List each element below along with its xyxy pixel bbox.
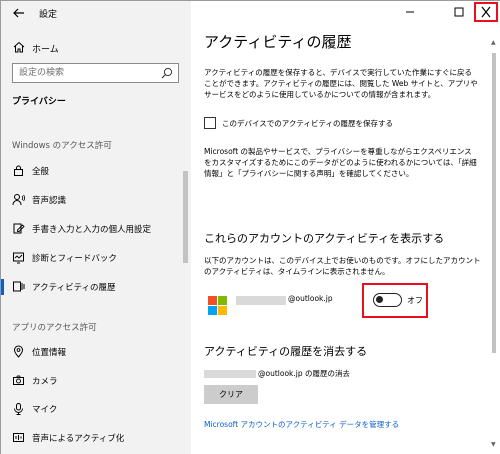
pen-icon	[13, 223, 25, 234]
toggle-knob	[376, 296, 383, 303]
content-scrollbar-thumb[interactable]	[492, 53, 496, 353]
sidebar-item-label: 音声認識	[32, 196, 67, 206]
accounts-text: 以下のアカウントは、このデバイス上でお使いのものです。オフにしたアカウントのアク…	[204, 256, 481, 276]
account-row: @outlook.jp	[204, 292, 484, 318]
settings-window: 設定 ホーム プライバシー Windows のアクセス許可 全般	[0, 0, 500, 454]
accounts-heading: これらのアカウントのアクティビティを表示する	[204, 232, 445, 245]
toggle-state-label: オフ	[407, 296, 423, 305]
maximize-icon[interactable]	[447, 1, 471, 23]
scroll-down-icon[interactable]: ▼	[491, 441, 496, 448]
section-title: プライバシー	[12, 97, 66, 107]
sidebar-scrollbar-thumb[interactable]	[183, 171, 188, 263]
sidebar-item-label: 手書き入力と入力の個人用設定	[32, 225, 152, 235]
sidebar-item-general[interactable]: 全般	[1, 161, 179, 181]
page-title: アクティビティの履歴	[204, 33, 352, 51]
selection-indicator	[1, 279, 4, 295]
history-icon	[13, 281, 25, 292]
sidebar-item-label: カメラ	[32, 377, 58, 387]
sidebar-item-home[interactable]: ホーム	[1, 37, 191, 57]
sidebar-scrollbar[interactable]	[179, 137, 191, 454]
voice-activation-icon	[13, 433, 24, 442]
sidebar-item-location[interactable]: 位置情報	[1, 342, 179, 362]
sidebar-item-camera[interactable]: カメラ	[1, 371, 179, 391]
diagnostics-icon	[13, 252, 24, 264]
location-icon	[13, 345, 24, 358]
account-email: @outlook.jp	[288, 294, 333, 303]
manage-activity-link[interactable]: Microsoft アカウントのアクティビティ データを管理する	[204, 419, 399, 430]
search-box	[12, 63, 179, 83]
content-scrollbar[interactable]: ▲ ▼	[489, 25, 500, 454]
sidebar-item-label: 位置情報	[32, 348, 67, 358]
home-icon	[13, 41, 25, 53]
main-content: アクティビティの履歴 アクティビティの履歴を保存すると、デバイスで実行していた作…	[191, 1, 500, 454]
title-bar: 設定	[1, 1, 191, 25]
window-title: 設定	[39, 10, 58, 20]
account-activity-toggle[interactable]	[373, 293, 402, 307]
speech-icon	[12, 194, 25, 206]
clear-heading: アクティビティの履歴を消去する	[204, 345, 368, 358]
sidebar-item-label: 音声によるアクティブ化	[32, 434, 125, 444]
sidebar-item-microphone[interactable]: マイク	[1, 399, 179, 419]
sidebar-item-voice-activation[interactable]: 音声によるアクティブ化	[1, 428, 179, 448]
sidebar-item-label: 全般	[32, 167, 50, 177]
scroll-up-icon[interactable]: ▲	[491, 39, 496, 46]
clear-history-row: @outlook.jp の履歴の消去	[204, 368, 484, 380]
close-icon[interactable]	[474, 2, 498, 22]
intro-text: アクティビティの履歴を保存すると、デバイスで実行していた作業にすぐに戻ることがで…	[204, 68, 478, 99]
microphone-icon	[14, 403, 23, 415]
camera-icon	[13, 375, 24, 385]
lock-icon	[14, 165, 23, 176]
sidebar-item-activity-history[interactable]: アクティビティの履歴	[1, 277, 179, 297]
back-arrow-icon[interactable]	[12, 6, 26, 20]
sidebar-item-inking[interactable]: 手書き入力と入力の個人用設定	[1, 219, 179, 239]
clear-history-text: @outlook.jp の履歴の消去	[258, 369, 350, 378]
save-history-checkbox[interactable]	[204, 117, 216, 129]
save-history-label[interactable]: このデバイスでのアクティビティの履歴を保存する	[222, 118, 393, 129]
sidebar-item-speech[interactable]: 音声認識	[1, 190, 179, 210]
windows-permissions-heading: Windows のアクセス許可	[12, 141, 112, 151]
microsoft-logo-icon	[208, 296, 227, 315]
privacy-text: Microsoft の製品やサービスで、プライバシーを尊重しながらエクスペリエン…	[204, 147, 477, 178]
sidebar-item-label: マイク	[32, 405, 58, 415]
sidebar-item-label: 診断とフィードバック	[32, 254, 117, 264]
sidebar-item-diagnostics[interactable]: 診断とフィードバック	[1, 248, 179, 268]
search-icon[interactable]	[161, 67, 173, 79]
search-input[interactable]	[13, 64, 158, 82]
redacted-email	[204, 370, 256, 378]
sidebar: 設定 ホーム プライバシー Windows のアクセス許可 全般	[1, 1, 191, 454]
sidebar-item-label: ホーム	[32, 45, 59, 55]
sidebar-item-label: アクティビティの履歴	[32, 283, 116, 293]
clear-button[interactable]: クリア	[204, 385, 258, 404]
redacted-email	[236, 296, 286, 305]
minimize-icon[interactable]	[398, 1, 422, 23]
app-permissions-heading: アプリのアクセス許可	[12, 323, 97, 333]
